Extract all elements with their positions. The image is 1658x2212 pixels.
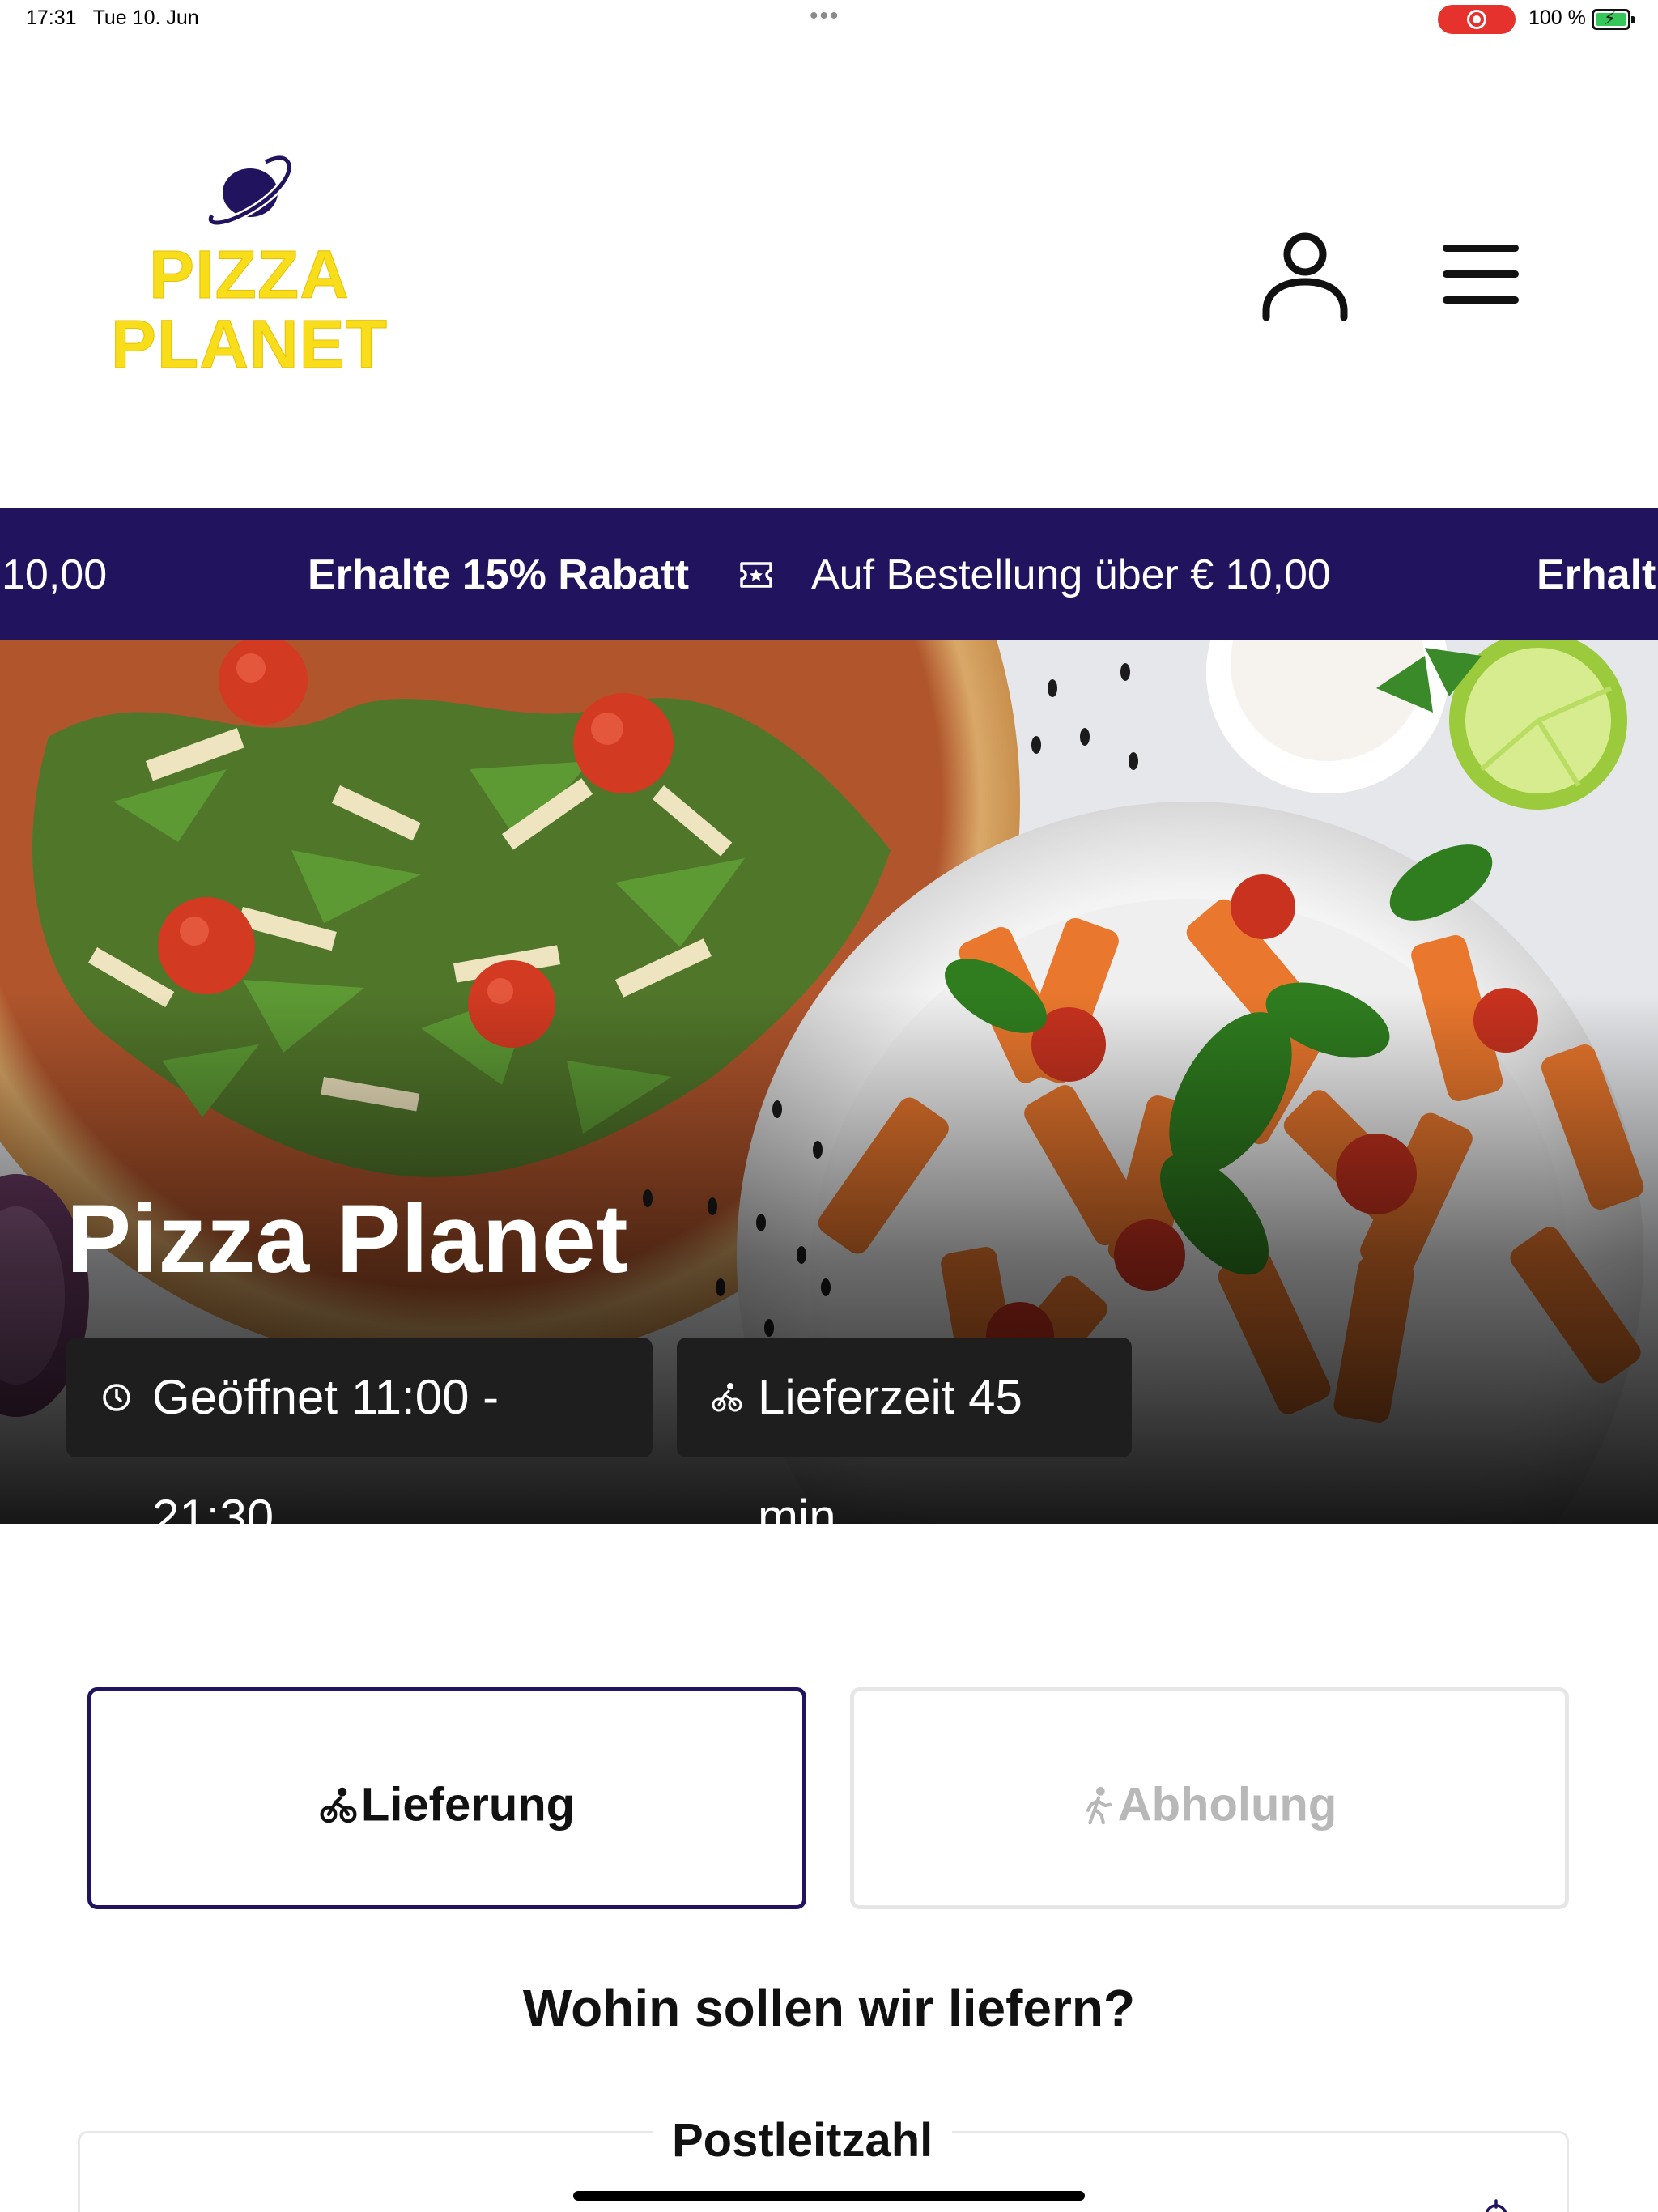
home-indicator[interactable] (573, 2191, 1085, 2201)
restaurant-name: Pizza Planet (66, 1185, 628, 1293)
opening-hours-badge: Geöffnet 11:00 - 21:30 (66, 1338, 653, 1524)
delivery-time-badge: Lieferzeit 45 min (677, 1338, 1132, 1524)
promo-text-fragment-left: 10,00 (2, 551, 108, 598)
pickup-mode-label: Abholung (1117, 1778, 1337, 1831)
promo-banner: 10,00 Erhalte 15% Rabatt Auf Bestellung … (0, 508, 1658, 640)
logo-line-2: PLANET (111, 306, 388, 382)
planet-icon (206, 153, 294, 228)
ticket-icon (740, 562, 772, 588)
promo-text-fragment-right: Erhalt (1537, 551, 1656, 598)
status-clock: 17:31 Tue 10. Jun (26, 6, 215, 30)
logo-line-1: PIZZA (149, 236, 350, 313)
delivery-mode-label: Lieferung (360, 1778, 576, 1831)
clock-icon (103, 1384, 130, 1411)
bicycle-icon (320, 1787, 357, 1823)
logo-wordmark: PIZZA PLANET (104, 236, 395, 382)
walking-person-icon (1086, 1786, 1112, 1824)
pickup-mode-button[interactable]: Abholung (850, 1687, 1569, 1909)
delivery-mode-button[interactable]: Lieferung (87, 1687, 806, 1909)
screen-recording-icon[interactable] (1438, 5, 1516, 34)
battery-icon: ⚡ (1592, 8, 1635, 30)
delivery-question-heading: Wohin sollen wir liefern? (522, 1979, 1136, 2037)
zip-code-label: Postleitzahl (653, 2110, 953, 2172)
menu-button[interactable] (1436, 243, 1525, 304)
promo-condition-text: Auf Bestellung über € 10,00 (811, 551, 1331, 598)
status-bar: 17:31 Tue 10. Jun ••• 100 % ⚡ (0, 0, 1658, 39)
location-crosshair-icon[interactable] (1478, 2197, 1514, 2212)
status-time: 17:31 (26, 6, 77, 29)
battery-percentage: 100 % (1528, 6, 1586, 29)
promo-discount-text: Erhalte 15% Rabatt (308, 551, 690, 598)
hero-banner: Pizza Planet Geöffnet 11:00 - 21:30 Lief… (0, 640, 1658, 1524)
multitasking-dots[interactable]: ••• (810, 4, 840, 28)
bicycle-icon (712, 1383, 742, 1412)
user-icon (1262, 232, 1348, 321)
pizza-planet-logo[interactable]: PIZZA PLANET (104, 152, 395, 387)
account-button[interactable] (1258, 227, 1352, 321)
status-date: Tue 10. Jun (92, 6, 199, 29)
